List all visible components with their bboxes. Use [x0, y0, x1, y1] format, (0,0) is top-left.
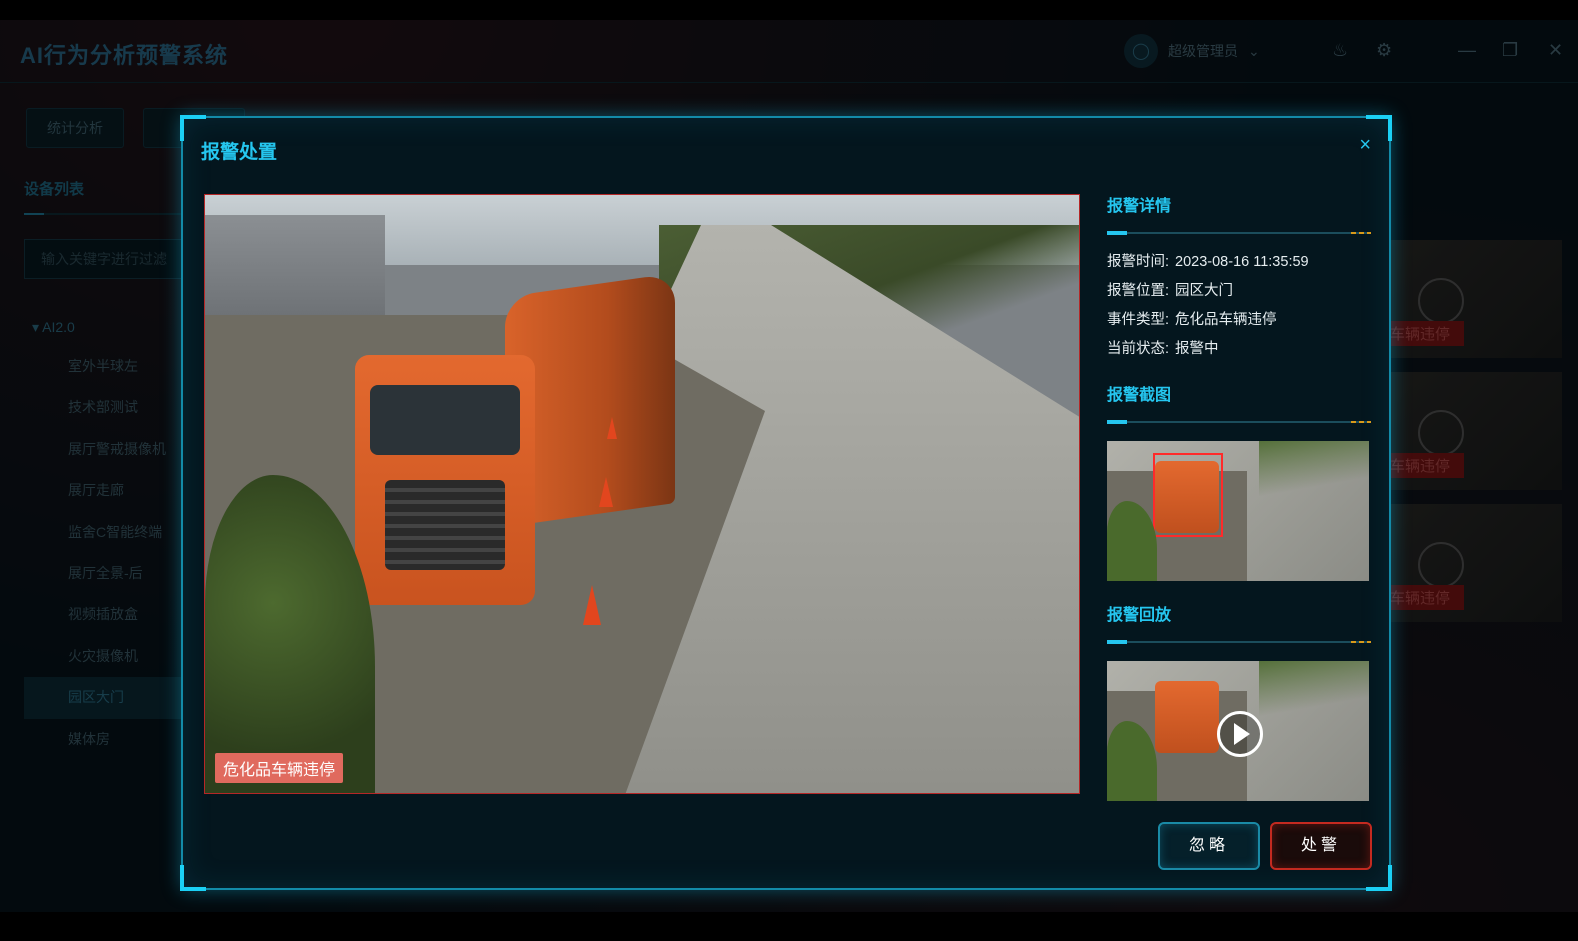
section-divider	[1107, 420, 1371, 424]
alarm-handling-dialog: 报警处置 × 危化品车辆违停 报警详情 报警时间: 2023-08-16 11:3…	[180, 115, 1392, 891]
traffic-cone	[583, 585, 601, 625]
event-type-tag: 危化品车辆违停	[215, 753, 344, 783]
close-icon[interactable]: ×	[1359, 134, 1371, 157]
playback-section-title: 报警回放	[1107, 607, 1172, 624]
traffic-cone	[599, 477, 613, 507]
handle-alarm-button[interactable]: 处警	[1270, 822, 1372, 870]
detail-status: 当前状态: 报警中	[1107, 341, 1219, 357]
alarm-screenshot[interactable]	[1107, 441, 1369, 581]
details-list: 报警时间: 2023-08-16 11:35:59 报警位置: 园区大门 事件类型:…	[1107, 248, 1371, 364]
detail-time: 报警时间: 2023-08-16 11:35:59	[1107, 254, 1309, 270]
alarm-video-frame: 危化品车辆违停	[204, 194, 1080, 794]
corner-decoration	[180, 865, 206, 891]
detail-location: 报警位置: 园区大门	[1107, 283, 1234, 299]
detail-event-type: 事件类型: 危化品车辆违停	[1107, 312, 1277, 328]
screenshot-section-title: 报警截图	[1107, 387, 1172, 404]
section-divider	[1107, 231, 1371, 235]
dialog-title: 报警处置	[201, 142, 278, 163]
details-section-title: 报警详情	[1107, 198, 1172, 215]
alarm-playback-video[interactable]	[1107, 661, 1369, 801]
play-icon[interactable]	[1217, 711, 1263, 757]
section-divider	[1107, 640, 1371, 644]
traffic-cone	[607, 417, 617, 439]
ignore-button[interactable]: 忽略	[1158, 822, 1260, 870]
corner-decoration	[1366, 865, 1392, 891]
truck-grille	[385, 480, 505, 570]
detection-box	[1153, 453, 1223, 537]
alarm-detail-panel: 报警详情 报警时间: 2023-08-16 11:35:59 报警位置: 园区大门 …	[1107, 192, 1371, 801]
truck-window	[370, 385, 520, 455]
